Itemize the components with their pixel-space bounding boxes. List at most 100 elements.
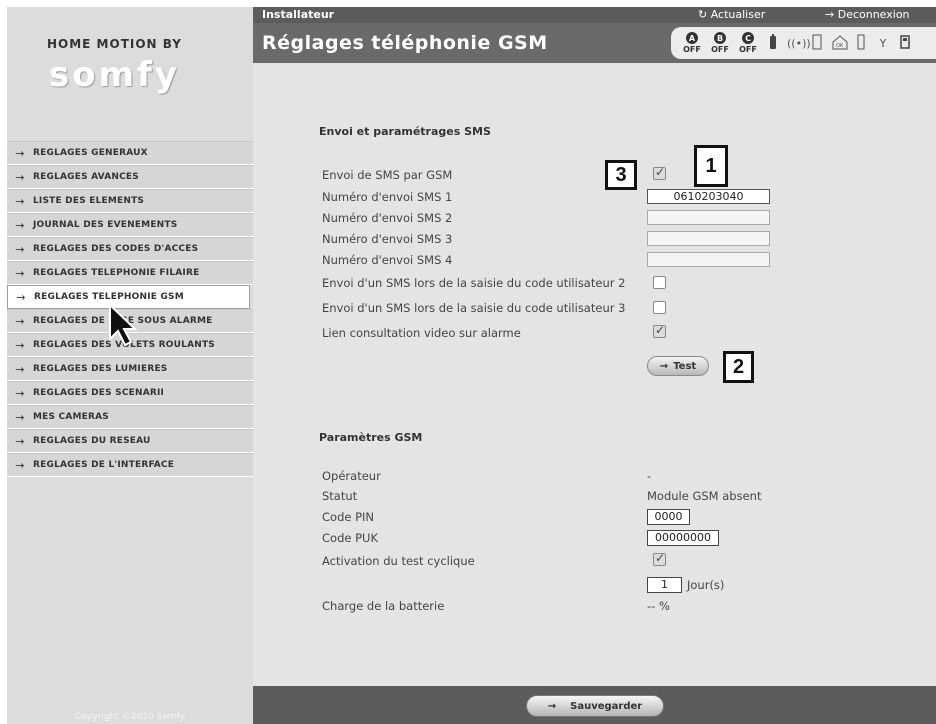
send-sms-checkbox[interactable]: ✓	[653, 165, 666, 180]
sidebar-item-label: REGLAGES TELEPHONIE GSM	[34, 292, 184, 302]
cyclic-test-checkbox[interactable]: ✓	[653, 551, 666, 566]
sidebar-item-label: REGLAGES AVANCES	[33, 172, 139, 182]
footer-bar: → Sauvegarder	[253, 686, 936, 724]
pin-field[interactable]: 0000	[647, 509, 690, 525]
sidebar-item-telephonie-filaire[interactable]: → REGLAGES TELEPHONIE FILAIRE	[7, 261, 253, 285]
puk-field[interactable]: 00000000	[647, 530, 719, 546]
sms-number-2-field[interactable]	[647, 210, 770, 225]
arrow-right-icon: →	[15, 218, 25, 232]
door-icon	[853, 34, 869, 53]
zone-a-state: OFF	[683, 45, 701, 54]
refresh-label: Actualiser	[710, 8, 766, 21]
user-role: Installateur	[262, 8, 335, 21]
sidebar-item-label: LISTE DES ELEMENTS	[33, 196, 145, 206]
sidebar-item-label: REGLAGES DES LUMIERES	[33, 364, 168, 374]
sidebar-item-reglages-generaux[interactable]: → REGLAGES GENERAUX	[7, 141, 253, 165]
cyclic-days-unit: Jour(s)	[687, 578, 725, 592]
arrow-right-icon: →	[15, 314, 25, 328]
sidebar-item-liste-elements[interactable]: → LISTE DES ELEMENTS	[7, 189, 253, 213]
save-button[interactable]: → Sauvegarder	[526, 695, 664, 717]
arrow-right-icon: →	[15, 362, 25, 376]
brand-tagline: HOME MOTION BY	[47, 37, 182, 51]
refresh-link[interactable]: ↻ Actualiser	[698, 8, 765, 21]
send-sms-label: Envoi de SMS par GSM	[322, 168, 453, 182]
arrow-right-icon: →	[15, 434, 25, 448]
sidebar-item-reglages-avances[interactable]: → REGLAGES AVANCES	[7, 165, 253, 189]
zone-c-status: C OFF	[737, 32, 759, 54]
gsm-section-title: Paramètres GSM	[319, 431, 423, 444]
sms-number-4-label: Numéro d'envoi SMS 4	[322, 253, 453, 267]
test-button[interactable]: → Test	[647, 356, 709, 376]
sms-number-4-field[interactable]	[647, 252, 770, 267]
callout-1: 1	[694, 145, 728, 187]
operator-label: Opérateur	[322, 469, 381, 483]
cyclic-test-label: Activation du test cyclique	[322, 554, 475, 568]
sms-user2-checkbox[interactable]	[653, 276, 666, 289]
arrow-right-icon: →	[825, 8, 838, 21]
battery-label: Charge de la batterie	[322, 599, 445, 613]
home-ok-icon: OK	[831, 34, 848, 53]
check-icon: ✓	[655, 165, 666, 179]
sidebar-item-journal-evenements[interactable]: → JOURNAL DES EVENEMENTS	[7, 213, 253, 237]
svg-text:OK: OK	[836, 43, 844, 49]
cyclic-days-field[interactable]: 1	[647, 577, 682, 593]
top-bar: Installateur ↻ Actualiser → Deconnexion	[253, 7, 936, 23]
callout-2: 2	[723, 351, 754, 383]
arrow-right-icon: →	[16, 290, 26, 304]
page-title: Réglages téléphonie GSM	[262, 32, 548, 54]
save-button-label: Sauvegarder	[570, 700, 643, 712]
sidebar-item-scenarii[interactable]: → REGLAGES DES SCENARII	[7, 381, 253, 405]
sidebar: HOME MOTION BY somfy → REGLAGES GENERAUX …	[7, 7, 253, 724]
arrow-right-icon: →	[547, 700, 557, 712]
sidebar-item-cameras[interactable]: → MES CAMERAS	[7, 405, 253, 429]
sms-number-2-label: Numéro d'envoi SMS 2	[322, 211, 453, 225]
sidebar-item-lumieres[interactable]: → REGLAGES DES LUMIERES	[7, 357, 253, 381]
sms-user3-checkbox[interactable]	[653, 301, 666, 314]
sms-number-1-field[interactable]: 0610203040	[647, 189, 770, 204]
sidebar-item-label: REGLAGES DU RESEAU	[33, 436, 151, 446]
puk-label: Code PUK	[322, 531, 378, 545]
logout-label: Deconnexion	[837, 8, 910, 21]
antenna-icon: Y	[879, 36, 887, 50]
arrow-right-icon: →	[659, 360, 669, 372]
sms-user2-label: Envoi d'un SMS lors de la saisie du code…	[322, 276, 626, 290]
sidebar-item-label: REGLAGES DE L'INTERFACE	[33, 460, 175, 470]
zone-a-status: A OFF	[681, 32, 703, 54]
main-content: Envoi et paramétrages SMS Envoi de SMS p…	[253, 63, 936, 686]
mouse-cursor-icon	[109, 303, 138, 347]
sms-number-1-label: Numéro d'envoi SMS 1	[322, 190, 453, 204]
refresh-icon: ↻	[698, 8, 711, 21]
check-icon: ✓	[655, 323, 666, 337]
video-link-checkbox[interactable]: ✓	[653, 323, 666, 338]
zone-a-icon: A	[686, 32, 698, 44]
arrow-right-icon: →	[15, 242, 25, 256]
sidebar-item-label: REGLAGES DES CODES D'ACCES	[33, 244, 199, 254]
zone-c-icon: C	[742, 32, 754, 44]
zone-b-state: OFF	[711, 45, 729, 54]
signal-icon: ((•))	[787, 36, 811, 50]
battery-icon	[765, 33, 781, 53]
brand-name: somfy	[49, 55, 180, 95]
arrow-right-icon: →	[15, 338, 25, 352]
pin-label: Code PIN	[322, 510, 375, 524]
arrow-right-icon: →	[15, 386, 25, 400]
zone-b-status: B OFF	[709, 32, 731, 54]
sms-number-3-label: Numéro d'envoi SMS 3	[322, 232, 453, 246]
arrow-right-icon: →	[15, 194, 25, 208]
device-icon	[897, 34, 913, 53]
door-icon	[809, 34, 825, 53]
zone-b-icon: B	[714, 32, 726, 44]
check-icon: ✓	[655, 551, 666, 565]
arrow-right-icon: →	[15, 146, 25, 160]
sidebar-item-reseau[interactable]: → REGLAGES DU RESEAU	[7, 429, 253, 453]
sidebar-item-codes-acces[interactable]: → REGLAGES DES CODES D'ACCES	[7, 237, 253, 261]
sidebar-item-label: JOURNAL DES EVENEMENTS	[33, 220, 178, 230]
sms-number-3-field[interactable]	[647, 231, 770, 246]
status-panel: A OFF B OFF C OFF ((•)) OK Y	[671, 27, 936, 59]
sidebar-item-interface[interactable]: → REGLAGES DE L'INTERFACE	[7, 453, 253, 477]
battery-value: -- %	[647, 599, 670, 613]
sidebar-item-label: REGLAGES DES SCENARII	[33, 388, 165, 398]
logout-link[interactable]: → Deconnexion	[825, 8, 910, 21]
arrow-right-icon: →	[15, 170, 25, 184]
video-link-label: Lien consultation video sur alarme	[322, 326, 521, 340]
